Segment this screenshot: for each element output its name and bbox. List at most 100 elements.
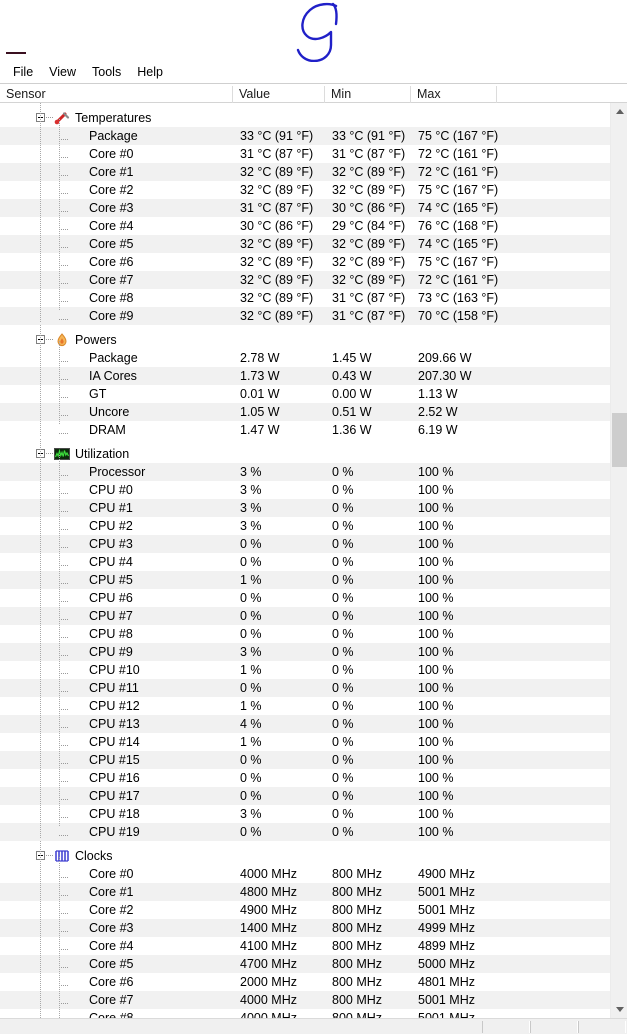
cell-max: 100 % [418, 735, 454, 749]
cell-name: CPU #7 [89, 609, 133, 623]
vertical-scrollbar[interactable] [610, 103, 627, 1018]
column-header-sensor[interactable]: Sensor [0, 86, 233, 104]
table-row[interactable]: Core #7 32 °C (89 °F) 32 °C (89 °F) 72 °C (… [0, 271, 610, 289]
table-row[interactable]: IA Cores 1.73 W 0.43 W 207.30 W [0, 367, 610, 385]
table-row[interactable]: Package 33 °C (91 °F) 33 °C (91 °F) 75 °C (… [0, 127, 610, 145]
table-row[interactable]: Core #2 32 °C (89 °F) 32 °C (89 °F) 75 °C (… [0, 181, 610, 199]
cell-value: 3 % [240, 483, 262, 497]
tree-connector [59, 211, 68, 212]
menu-item-view[interactable]: View [41, 63, 84, 82]
table-row[interactable]: CPU #0 3 % 0 % 100 % [0, 481, 610, 499]
tree-connector [59, 193, 68, 194]
table-row[interactable]: CPU #17 0 % 0 % 100 % [0, 787, 610, 805]
table-row[interactable]: CPU #11 0 % 0 % 100 % [0, 679, 610, 697]
table-row[interactable]: CPU #3 0 % 0 % 100 % [0, 535, 610, 553]
tree-group-powers[interactable]: Powers [0, 331, 610, 349]
tree-group-temperatures[interactable]: Temperatures [0, 109, 610, 127]
cell-max: 100 % [418, 771, 454, 785]
table-row[interactable]: GT 0.01 W 0.00 W 1.13 W [0, 385, 610, 403]
cell-value: 2000 MHz [240, 975, 297, 989]
table-row[interactable]: Core #0 31 °C (87 °F) 31 °C (87 °F) 72 °C (… [0, 145, 610, 163]
cell-name: CPU #15 [89, 753, 140, 767]
table-row[interactable]: CPU #8 0 % 0 % 100 % [0, 625, 610, 643]
scroll-down-button[interactable] [611, 1001, 627, 1018]
table-row[interactable]: Core #6 2000 MHz 800 MHz 4801 MHz [0, 973, 610, 991]
table-row[interactable]: Core #1 32 °C (89 °F) 32 °C (89 °F) 72 °C (… [0, 163, 610, 181]
cell-name: Core #7 [89, 273, 134, 287]
minimize-button[interactable] [6, 52, 26, 54]
scrollbar-thumb[interactable] [612, 413, 627, 467]
column-header-blank[interactable] [497, 86, 627, 104]
table-row[interactable]: Core #3 1400 MHz 800 MHz 4999 MHz [0, 919, 610, 937]
cell-value: 1.73 W [240, 369, 280, 383]
tree-guide-line [59, 119, 60, 311]
cell-max: 76 °C (168 °F) [418, 219, 499, 233]
sensor-tree-viewport[interactable]: Temperatures Package 33 °C (91 °F) 33 °C (9… [0, 103, 610, 1018]
table-row[interactable]: Core #7 4000 MHz 800 MHz 5001 MHz [0, 991, 610, 1009]
table-row[interactable]: CPU #18 3 % 0 % 100 % [0, 805, 610, 823]
cell-min: 0.51 W [332, 405, 372, 419]
tree-connector [59, 985, 68, 986]
cell-max: 75 °C (167 °F) [418, 255, 499, 269]
table-row[interactable]: CPU #2 3 % 0 % 100 % [0, 517, 610, 535]
cell-max: 100 % [418, 717, 454, 731]
table-row[interactable]: CPU #15 0 % 0 % 100 % [0, 751, 610, 769]
table-row[interactable]: CPU #13 4 % 0 % 100 % [0, 715, 610, 733]
table-column-header: Sensor Value Min Max [0, 85, 627, 104]
cell-name: DRAM [89, 423, 126, 437]
table-row[interactable]: Core #9 32 °C (89 °F) 31 °C (87 °F) 70 °C (… [0, 307, 610, 325]
table-row[interactable]: CPU #16 0 % 0 % 100 % [0, 769, 610, 787]
table-row[interactable]: CPU #9 3 % 0 % 100 % [0, 643, 610, 661]
tree-connector [59, 709, 68, 710]
table-row[interactable]: Core #4 4100 MHz 800 MHz 4899 MHz [0, 937, 610, 955]
cell-value: 1 % [240, 735, 262, 749]
table-row[interactable]: CPU #10 1 % 0 % 100 % [0, 661, 610, 679]
table-row[interactable]: CPU #19 0 % 0 % 100 % [0, 823, 610, 841]
table-row[interactable]: DRAM 1.47 W 1.36 W 6.19 W [0, 421, 610, 439]
tree-connector [59, 1003, 68, 1004]
menu-item-file[interactable]: File [5, 63, 41, 82]
tree-connector [59, 379, 68, 380]
menu-item-help[interactable]: Help [129, 63, 171, 82]
table-row[interactable]: CPU #7 0 % 0 % 100 % [0, 607, 610, 625]
table-row[interactable]: CPU #4 0 % 0 % 100 % [0, 553, 610, 571]
table-row[interactable]: CPU #6 0 % 0 % 100 % [0, 589, 610, 607]
cell-min: 0.43 W [332, 369, 372, 383]
cell-min: 32 °C (89 °F) [332, 237, 406, 251]
tree-group-utilization[interactable]: Utilization [0, 445, 610, 463]
tree-connector [59, 415, 68, 416]
table-row[interactable]: Core #1 4800 MHz 800 MHz 5001 MHz [0, 883, 610, 901]
table-row[interactable]: Processor 3 % 0 % 100 % [0, 463, 610, 481]
table-row[interactable]: Uncore 1.05 W 0.51 W 2.52 W [0, 403, 610, 421]
table-row[interactable]: Core #3 31 °C (87 °F) 30 °C (86 °F) 74 °C (… [0, 199, 610, 217]
table-row[interactable]: Core #8 4000 MHz 800 MHz 5001 MHz [0, 1009, 610, 1018]
column-header-max[interactable]: Max [411, 86, 497, 104]
column-header-min[interactable]: Min [325, 86, 411, 104]
column-header-value[interactable]: Value [233, 86, 325, 104]
table-row[interactable]: Core #5 32 °C (89 °F) 32 °C (89 °F) 74 °C (… [0, 235, 610, 253]
cell-value: 32 °C (89 °F) [240, 291, 314, 305]
table-row[interactable]: CPU #1 3 % 0 % 100 % [0, 499, 610, 517]
table-row[interactable]: Core #6 32 °C (89 °F) 32 °C (89 °F) 75 °C (… [0, 253, 610, 271]
menu-item-tools[interactable]: Tools [84, 63, 129, 82]
table-row[interactable]: Core #0 4000 MHz 800 MHz 4900 MHz [0, 865, 610, 883]
table-row[interactable]: CPU #12 1 % 0 % 100 % [0, 697, 610, 715]
table-row[interactable]: Core #4 30 °C (86 °F) 29 °C (84 °F) 76 °C (… [0, 217, 610, 235]
cell-min: 800 MHz [332, 975, 383, 989]
table-row[interactable]: Package 2.78 W 1.45 W 209.66 W [0, 349, 610, 367]
tree-connector [46, 339, 54, 340]
status-panel-3 [578, 1021, 626, 1033]
cell-max: 209.66 W [418, 351, 472, 365]
tree-group-clocks[interactable]: Clocks [0, 847, 610, 865]
table-row[interactable]: Core #8 32 °C (89 °F) 31 °C (87 °F) 73 °C (… [0, 289, 610, 307]
cell-value: 0 % [240, 753, 262, 767]
scroll-up-button[interactable] [611, 103, 627, 120]
cell-max: 207.30 W [418, 369, 472, 383]
cell-name: CPU #14 [89, 735, 140, 749]
status-panel-1 [482, 1021, 530, 1033]
table-row[interactable]: Core #2 4900 MHz 800 MHz 5001 MHz [0, 901, 610, 919]
table-row[interactable]: CPU #5 1 % 0 % 100 % [0, 571, 610, 589]
tree-connector [59, 175, 68, 176]
table-row[interactable]: CPU #14 1 % 0 % 100 % [0, 733, 610, 751]
table-row[interactable]: Core #5 4700 MHz 800 MHz 5000 MHz [0, 955, 610, 973]
